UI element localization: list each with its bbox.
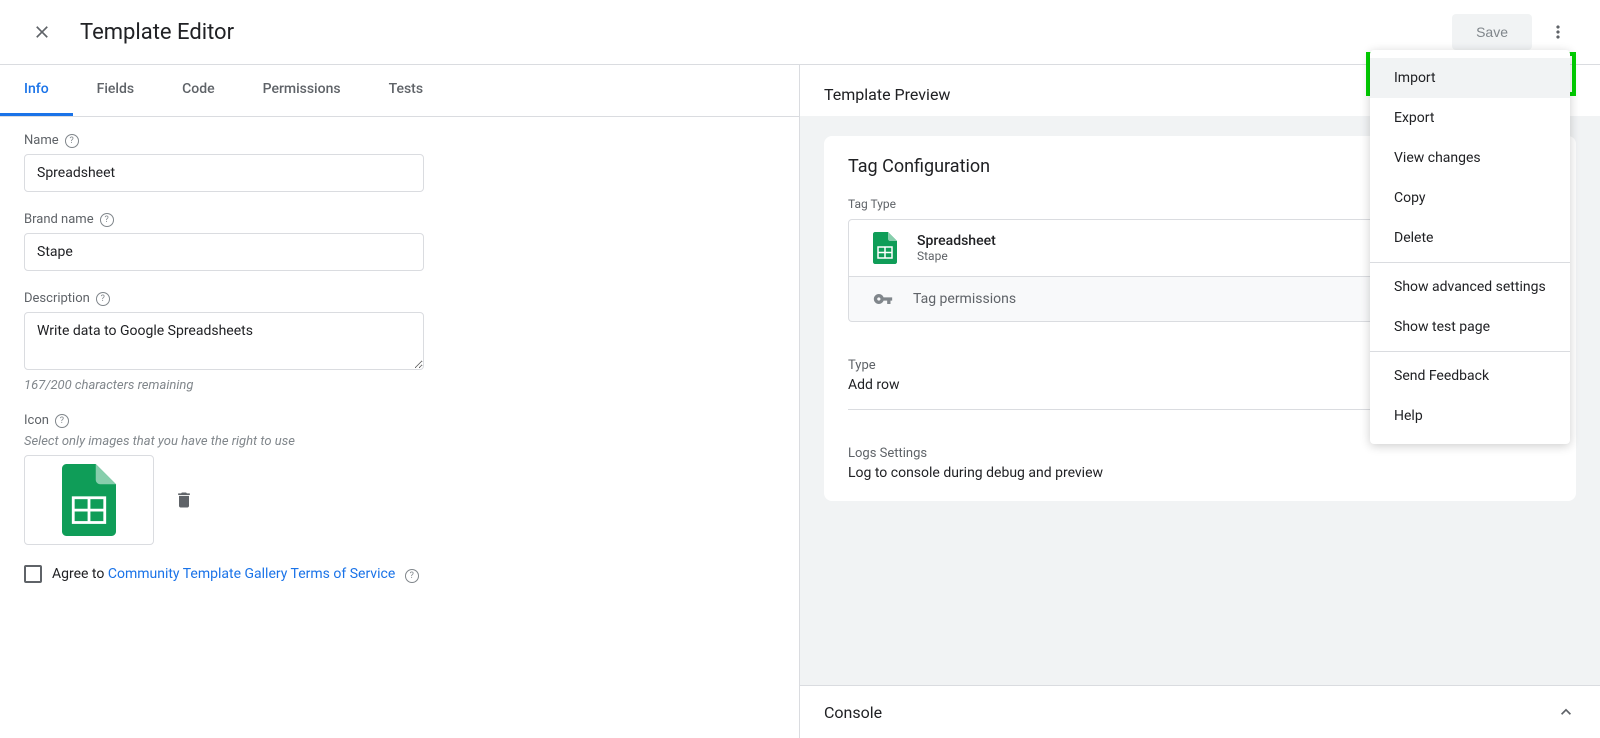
terms-link[interactable]: Community Template Gallery Terms of Serv… <box>108 566 395 582</box>
permissions-label: Tag permissions <box>913 291 1016 307</box>
brand-label: Brand name <box>24 212 94 227</box>
more-menu-button[interactable] <box>1540 14 1576 50</box>
help-icon[interactable]: ? <box>100 213 114 227</box>
tab-tests[interactable]: Tests <box>365 65 447 116</box>
more-menu: Import Export View changes Copy Delete S… <box>1370 50 1570 444</box>
chevron-up-icon <box>1556 702 1576 722</box>
header: Template Editor Save <box>0 0 1600 64</box>
menu-import[interactable]: Import <box>1370 58 1570 98</box>
page-title: Template Editor <box>80 20 1452 45</box>
main-content: Info Fields Code Permissions Tests Name … <box>0 64 1600 738</box>
name-input[interactable] <box>24 154 424 192</box>
info-form: Name ? Brand name ? Description ? <box>0 117 799 599</box>
tab-fields[interactable]: Fields <box>73 65 158 116</box>
terms-checkbox[interactable] <box>24 565 42 583</box>
description-label: Description <box>24 291 90 306</box>
icon-label: Icon <box>24 413 49 428</box>
brand-input[interactable] <box>24 233 424 271</box>
menu-export[interactable]: Export <box>1370 98 1570 138</box>
close-button[interactable] <box>24 14 60 50</box>
char-counter: 167/200 characters remaining <box>24 378 775 393</box>
tab-permissions[interactable]: Permissions <box>239 65 365 116</box>
sheets-icon <box>61 464 117 536</box>
icon-hint: Select only images that you have the rig… <box>24 434 775 449</box>
console-title: Console <box>824 703 882 722</box>
editor-panel: Info Fields Code Permissions Tests Name … <box>0 65 800 738</box>
tag-brand: Stape <box>917 249 996 263</box>
key-icon <box>873 289 893 309</box>
tag-name: Spreadsheet <box>917 233 996 249</box>
icon-preview[interactable] <box>24 455 154 545</box>
help-icon[interactable]: ? <box>55 414 69 428</box>
menu-delete[interactable]: Delete <box>1370 218 1570 258</box>
more-vert-icon <box>1548 22 1568 42</box>
help-icon[interactable]: ? <box>405 569 419 583</box>
menu-copy[interactable]: Copy <box>1370 178 1570 218</box>
logs-value: Log to console during debug and preview <box>848 465 1552 481</box>
trash-icon <box>174 490 194 510</box>
tab-info[interactable]: Info <box>0 65 73 116</box>
console-toggle[interactable]: Console <box>800 685 1600 738</box>
menu-advanced-settings[interactable]: Show advanced settings <box>1370 267 1570 307</box>
delete-icon-button[interactable] <box>170 486 198 514</box>
logs-label: Logs Settings <box>848 446 1552 461</box>
tab-code[interactable]: Code <box>158 65 238 116</box>
help-icon[interactable]: ? <box>65 134 79 148</box>
menu-feedback[interactable]: Send Feedback <box>1370 356 1570 396</box>
terms-label: Agree to Community Template Gallery Term… <box>52 566 419 583</box>
menu-view-changes[interactable]: View changes <box>1370 138 1570 178</box>
menu-help[interactable]: Help <box>1370 396 1570 436</box>
save-button[interactable]: Save <box>1452 14 1532 50</box>
close-icon <box>32 22 52 42</box>
menu-test-page[interactable]: Show test page <box>1370 307 1570 347</box>
name-label: Name <box>24 133 59 148</box>
sheets-icon <box>873 232 897 264</box>
help-icon[interactable]: ? <box>96 292 110 306</box>
tabs-bar: Info Fields Code Permissions Tests <box>0 65 799 117</box>
description-input[interactable] <box>24 312 424 370</box>
